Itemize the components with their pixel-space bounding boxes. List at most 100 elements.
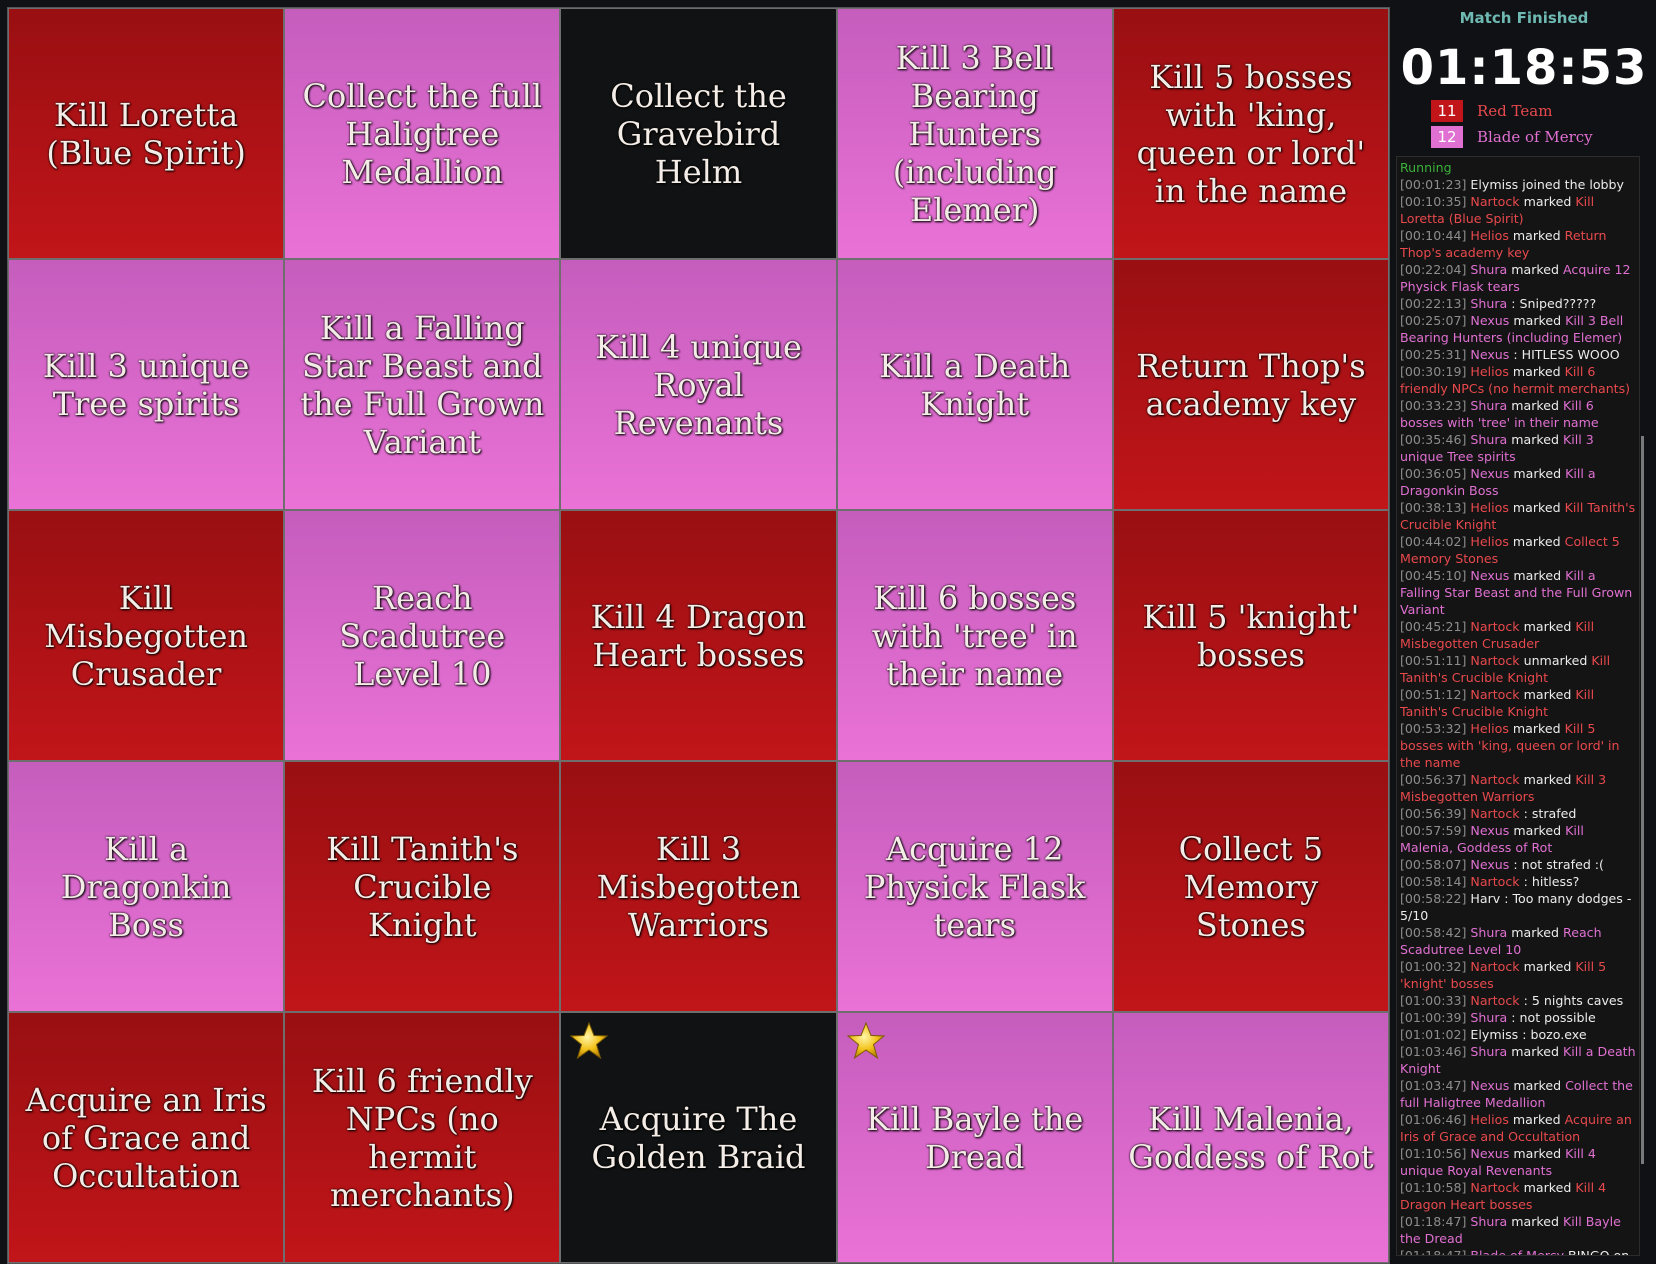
log-action: marked bbox=[1507, 1044, 1564, 1059]
log-action: marked bbox=[1507, 1214, 1564, 1229]
board-cell[interactable]: Kill 3 Bell Bearing Hunters (including E… bbox=[836, 8, 1113, 259]
board-cell[interactable]: Collect the Gravebird Helm bbox=[560, 8, 837, 259]
log-timestamp: [01:00:33] bbox=[1400, 993, 1467, 1008]
board-cell[interactable]: Kill 3 unique Tree spirits bbox=[8, 259, 285, 510]
log-action: marked bbox=[1519, 959, 1576, 974]
log-action: marked bbox=[1519, 687, 1576, 702]
cell-label: Kill Bayle the Dread bbox=[866, 1099, 1084, 1176]
board-cell[interactable]: Kill 3 Misbegotten Warriors bbox=[560, 761, 837, 1012]
team-blade-row: 12 Blade of Mercy bbox=[1431, 126, 1593, 148]
log-player: Nexus bbox=[1470, 347, 1510, 362]
log-entry: [01:10:58] Nartock marked Kill 4 Dragon … bbox=[1400, 1179, 1636, 1213]
log-action: marked bbox=[1508, 500, 1565, 515]
board-cell[interactable]: Kill 6 bosses with 'tree' in their name bbox=[836, 510, 1113, 761]
board-cell[interactable]: Acquire The Golden Braid bbox=[560, 1012, 837, 1263]
board-cell[interactable]: Return Thop's academy key bbox=[1112, 259, 1389, 510]
log-timestamp: [00:56:37] bbox=[1400, 772, 1467, 787]
log-action: : hitless? bbox=[1519, 874, 1580, 889]
cell-label: Kill 4 unique Royal Revenants bbox=[595, 327, 802, 442]
cell-label: Kill 4 Dragon Heart bosses bbox=[590, 597, 807, 674]
log-timestamp: [00:44:02] bbox=[1400, 534, 1467, 549]
log-action: unmarked bbox=[1519, 653, 1592, 668]
cell-label: Kill a Dragonkin Boss bbox=[60, 829, 232, 944]
board-cell[interactable]: Kill 4 unique Royal Revenants bbox=[560, 259, 837, 510]
log-timestamp: [01:00:39] bbox=[1400, 1010, 1467, 1025]
cell-label: Kill Loretta (Blue Spirit) bbox=[46, 95, 246, 172]
log-player: Shura bbox=[1470, 1010, 1508, 1025]
star-icon bbox=[570, 1021, 609, 1060]
board-cell[interactable]: Collect 5 Memory Stones bbox=[1112, 761, 1389, 1012]
event-log[interactable]: Running [00:01:23] Elymiss joined the lo… bbox=[1396, 156, 1640, 1256]
board-cell[interactable]: Kill Tanith's Crucible Knight bbox=[284, 761, 561, 1012]
cell-label: Kill a Falling Star Beast and the Full G… bbox=[300, 308, 545, 461]
log-player: Helios bbox=[1470, 534, 1509, 549]
log-timestamp: [00:45:21] bbox=[1400, 619, 1467, 634]
board-cell[interactable]: Acquire 12 Physick Flask tears bbox=[836, 761, 1113, 1012]
log-player: Shura bbox=[1470, 432, 1508, 447]
log-action: marked bbox=[1508, 534, 1565, 549]
log-action: marked bbox=[1519, 619, 1576, 634]
log-player: Nartock bbox=[1470, 806, 1520, 821]
log-action: BINGO on bbox=[1564, 1248, 1630, 1256]
log-timestamp: [00:33:23] bbox=[1400, 398, 1467, 413]
log-timestamp: [00:53:32] bbox=[1400, 721, 1467, 736]
board-cell[interactable]: Kill Bayle the Dread bbox=[836, 1012, 1113, 1263]
log-player: Nexus bbox=[1470, 1078, 1510, 1093]
log-timestamp: [00:58:22] bbox=[1400, 891, 1467, 906]
log-timestamp: [00:58:07] bbox=[1400, 857, 1467, 872]
log-action: marked bbox=[1508, 364, 1565, 379]
board-cell[interactable]: Kill Loretta (Blue Spirit) bbox=[8, 8, 285, 259]
team-blade-name: Blade of Mercy bbox=[1477, 128, 1593, 146]
match-timer: 01:18:53 bbox=[1400, 40, 1648, 96]
log-entry: [00:36:05] Nexus marked Kill a Dragonkin… bbox=[1400, 465, 1636, 499]
log-scrollbar[interactable] bbox=[1641, 436, 1644, 1164]
log-timestamp: [00:10:35] bbox=[1400, 194, 1467, 209]
log-entry: [00:56:39] Nartock : strafed bbox=[1400, 805, 1636, 822]
log-player: Helios bbox=[1470, 1112, 1509, 1127]
log-action: marked bbox=[1508, 1112, 1565, 1127]
log-entry: [00:22:04] Shura marked Acquire 12 Physi… bbox=[1400, 261, 1636, 295]
log-player: Nexus bbox=[1470, 313, 1510, 328]
log-entry: [00:25:31] Nexus : HITLESS WOOO bbox=[1400, 346, 1636, 363]
log-entry: [00:38:13] Helios marked Kill Tanith's C… bbox=[1400, 499, 1636, 533]
log-action: marked bbox=[1519, 194, 1576, 209]
log-entry: [01:00:39] Shura : not possible bbox=[1400, 1009, 1636, 1026]
log-timestamp: [00:35:46] bbox=[1400, 432, 1467, 447]
log-player: Harv bbox=[1470, 891, 1501, 906]
log-entry: [00:25:07] Nexus marked Kill 3 Bell Bear… bbox=[1400, 312, 1636, 346]
log-entry: [00:01:23] Elymiss joined the lobby bbox=[1400, 176, 1636, 193]
board-cell[interactable]: Acquire an Iris of Grace and Occultation bbox=[8, 1012, 285, 1263]
log-entry: [00:58:07] Nexus : not strafed :( bbox=[1400, 856, 1636, 873]
log-timestamp: [01:18:47] bbox=[1400, 1214, 1467, 1229]
cell-label: Kill 3 Bell Bearing Hunters (including E… bbox=[892, 38, 1057, 229]
log-player: Nartock bbox=[1470, 619, 1520, 634]
board-cell[interactable]: Kill 5 bosses with 'king, queen or lord'… bbox=[1112, 8, 1389, 259]
cell-label: Return Thop's academy key bbox=[1136, 346, 1366, 423]
log-player: Shura bbox=[1470, 1044, 1508, 1059]
log-entry: [00:56:37] Nartock marked Kill 3 Misbego… bbox=[1400, 771, 1636, 805]
cell-label: Collect 5 Memory Stones bbox=[1178, 829, 1324, 944]
cell-label: Acquire an Iris of Grace and Occultation bbox=[25, 1080, 267, 1195]
board-cell[interactable]: Kill a Dragonkin Boss bbox=[8, 761, 285, 1012]
board-cell[interactable]: Reach Scadutree Level 10 bbox=[284, 510, 561, 761]
board-cell[interactable]: Kill a Death Knight bbox=[836, 259, 1113, 510]
board-cell[interactable]: Kill 4 Dragon Heart bosses bbox=[560, 510, 837, 761]
board-cell[interactable]: Kill 6 friendly NPCs (no hermit merchant… bbox=[284, 1012, 561, 1263]
log-player: Elymiss bbox=[1470, 177, 1519, 192]
log-entry: [00:58:42] Shura marked Reach Scadutree … bbox=[1400, 924, 1636, 958]
board-cell[interactable]: Kill 5 'knight' bosses bbox=[1112, 510, 1389, 761]
match-sidebar: Match Finished 01:18:53 11 Red Team 12 B… bbox=[1392, 0, 1656, 1264]
log-entry: [00:58:22] Harv : Too many dodges - 5/10 bbox=[1400, 890, 1636, 924]
log-timestamp: [00:30:19] bbox=[1400, 364, 1467, 379]
log-entry: [00:51:11] Nartock unmarked Kill Tanith'… bbox=[1400, 652, 1636, 686]
board-cell[interactable]: Collect the full Haligtree Medallion bbox=[284, 8, 561, 259]
log-player: Shura bbox=[1470, 296, 1508, 311]
log-entry: [00:53:32] Helios marked Kill 5 bosses w… bbox=[1400, 720, 1636, 771]
log-entry: [00:45:10] Nexus marked Kill a Falling S… bbox=[1400, 567, 1636, 618]
board-cell[interactable]: Kill Malenia, Goddess of Rot bbox=[1112, 1012, 1389, 1263]
board-cell[interactable]: Kill Misbegotten Crusader bbox=[8, 510, 285, 761]
log-player: Nexus bbox=[1470, 823, 1510, 838]
cell-label: Acquire The Golden Braid bbox=[591, 1099, 806, 1176]
log-player: Helios bbox=[1470, 500, 1509, 515]
board-cell[interactable]: Kill a Falling Star Beast and the Full G… bbox=[284, 259, 561, 510]
